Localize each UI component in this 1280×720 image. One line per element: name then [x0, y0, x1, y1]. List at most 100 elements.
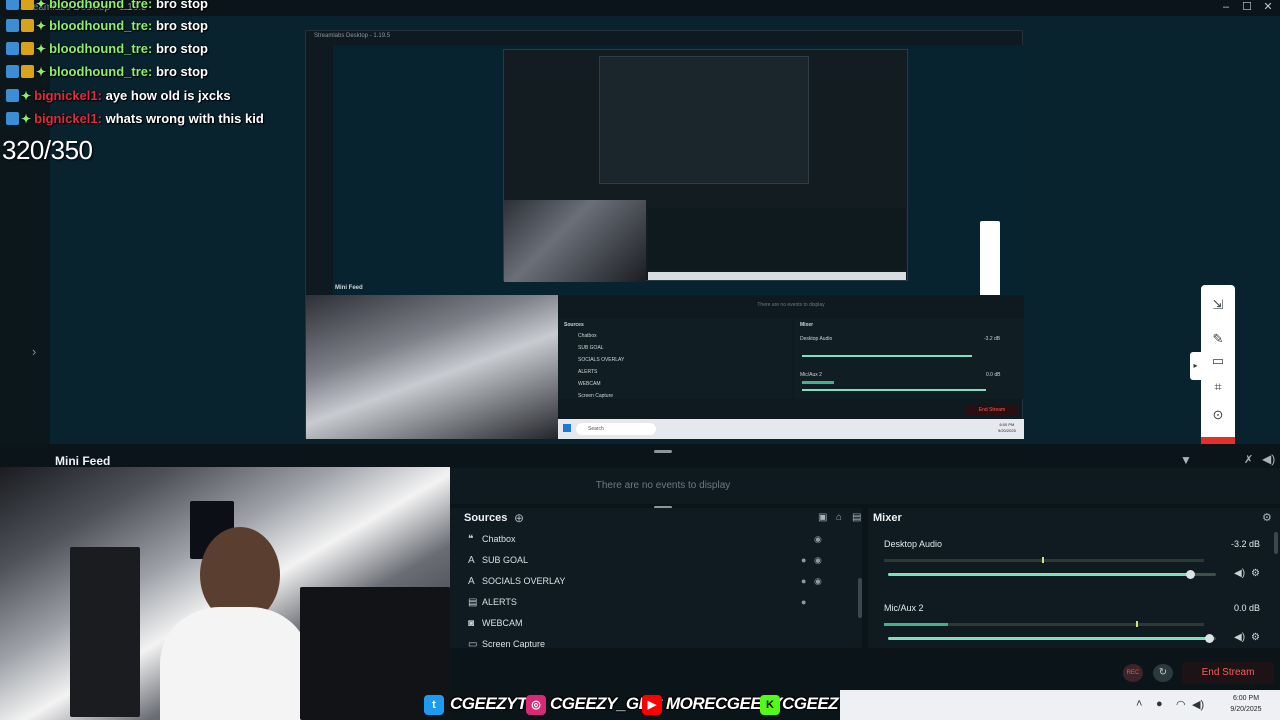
- volume-slider-knob[interactable]: [1185, 570, 1195, 579]
- speaker-icon[interactable]: ◀): [1234, 632, 1245, 643]
- peak-marker: [1136, 621, 1138, 627]
- collapse-chevron-icon[interactable]: ›: [32, 344, 36, 359]
- person-body: [160, 607, 310, 720]
- events-feed: There are no events to display: [450, 468, 1280, 509]
- end-stream-button[interactable]: End Stream: [1182, 662, 1274, 684]
- nested-end-stream: End Stream: [966, 405, 1018, 415]
- mixer-title: Mixer: [873, 512, 902, 524]
- visibility-icon[interactable]: ◉: [814, 529, 822, 550]
- subscriber-badge-icon: [6, 65, 19, 78]
- sparkle-badge-icon: ✦: [21, 89, 32, 103]
- chat-username: bloodhound_tre: [49, 64, 148, 79]
- lock-icon[interactable]: ●: [801, 571, 806, 592]
- subscriber-badge-icon: [6, 89, 19, 102]
- chat-username: bignickel1: [34, 111, 98, 126]
- scene-folder-icon[interactable]: ▤: [852, 512, 861, 523]
- inner-panels: [648, 208, 906, 270]
- bottom-controls: REC ↻ End Stream: [450, 656, 1280, 690]
- volume-slider-fill: [888, 637, 1210, 640]
- toolbar-expand-icon[interactable]: ▸: [1190, 352, 1201, 380]
- inner-taskbar: [648, 272, 906, 280]
- source-item[interactable]: ❝ Chatbox ◉: [468, 529, 860, 550]
- source-item[interactable]: A SUB GOAL ● ◉: [468, 550, 860, 571]
- mute-notifications-icon[interactable]: ✗: [1244, 453, 1253, 466]
- source-label: Chatbox: [482, 534, 516, 544]
- volume-slider[interactable]: [888, 637, 1216, 640]
- source-label: ALERTS: [482, 597, 517, 607]
- nested-source-item: SOCIALS OVERLAY: [578, 357, 625, 363]
- channel-gear-icon[interactable]: ⚙: [1251, 568, 1260, 579]
- subscriber-badge-icon: [6, 42, 19, 55]
- folder-icon[interactable]: ▣: [818, 512, 827, 523]
- taskbar-clock[interactable]: 6:00 PM 9/20/2025: [1216, 693, 1276, 715]
- streamlabs-window: › Streamlabs Desktop - 1.19.5 – ☐ ✕ Stre…: [0, 0, 1280, 720]
- nested-mic: Mic/Aux 2: [800, 372, 822, 378]
- nested-screen-capture: Streamlabs Desktop - 1.19.5 Mini Feed Th…: [305, 30, 1024, 439]
- social-handle: CGEEZYTV: [450, 694, 538, 713]
- chevron-up-icon[interactable]: ˄: [1136, 698, 1142, 710]
- rectangle-icon[interactable]: ▭: [1208, 351, 1228, 371]
- peak-marker: [1042, 557, 1044, 563]
- source-item[interactable]: ▤ ALERTS ●: [468, 592, 860, 613]
- wifi-icon[interactable]: ◠: [1176, 698, 1186, 711]
- close-icon[interactable]: ✕: [1256, 0, 1280, 14]
- volume-meter: [884, 623, 1204, 626]
- subscriber-badge-icon: [6, 0, 19, 10]
- social-handle: CGEEZY: [782, 694, 849, 713]
- source-item[interactable]: ◙ WEBCAM: [468, 613, 860, 634]
- webcam-feed: [0, 467, 450, 720]
- volume-slider-knob[interactable]: [1205, 634, 1215, 643]
- sources-scrollbar[interactable]: [858, 578, 862, 618]
- speaker-icon[interactable]: ◀): [1234, 568, 1245, 579]
- speaker-tray-icon[interactable]: ◀): [1192, 698, 1204, 711]
- resize-handle[interactable]: [654, 450, 672, 453]
- nested-search: Search: [576, 423, 656, 435]
- chat-text: aye how old is jxcks: [105, 88, 231, 103]
- pen-icon[interactable]: ✎: [1208, 329, 1228, 349]
- nested-minifeed-label: Mini Feed: [335, 285, 363, 291]
- alert-icon: ▤: [468, 597, 478, 608]
- sparkle-badge-icon: ✦: [21, 112, 32, 126]
- source-label: WEBCAM: [482, 618, 523, 628]
- mixer-scrollbar[interactable]: [1274, 532, 1278, 554]
- nested-webcam: [306, 295, 558, 439]
- youtube-icon: ▶: [642, 695, 662, 715]
- target-icon[interactable]: ⊙: [1208, 405, 1228, 425]
- microphone-icon[interactable]: ●: [1156, 698, 1163, 710]
- source-item[interactable]: ▭ Screen Capture: [468, 634, 860, 648]
- lock-icon[interactable]: ●: [801, 550, 806, 571]
- filter-icon[interactable]: ▼: [1180, 453, 1192, 467]
- exit-icon[interactable]: ⇲: [1208, 295, 1228, 315]
- add-folder-icon[interactable]: ⌂: [836, 512, 842, 523]
- nested-mixer-title: Mixer: [800, 322, 814, 328]
- deeper-capture: [599, 56, 809, 184]
- add-source-icon[interactable]: ⊕: [514, 511, 524, 525]
- chat-message: ✦ bloodhound_tre: bro stop: [6, 64, 208, 84]
- nested-desktop-slider: [802, 355, 972, 357]
- source-item[interactable]: A SOCIALS OVERLAY ● ◉: [468, 571, 860, 592]
- visibility-icon[interactable]: ◉: [814, 571, 822, 592]
- lock-icon[interactable]: ●: [801, 592, 806, 613]
- sources-panel: Sources ⊕ ▣ ⌂ ▤ ❝ Chatbox ◉ A SUB GOAL ● ◉…: [450, 508, 862, 648]
- meter-fill: [884, 623, 948, 626]
- nested-preview: [333, 45, 1023, 309]
- crop-icon[interactable]: ⌗: [1208, 377, 1228, 397]
- channel-label: Mic/Aux 2: [884, 603, 924, 613]
- shoe-rack: [70, 547, 140, 717]
- goal-counter: 320/350: [2, 135, 93, 165]
- chat-username: bignickel1: [34, 88, 98, 103]
- visibility-icon[interactable]: ◉: [814, 550, 822, 571]
- nested-mixer-panel: Mixer Desktop Audio -3.2 dB Mic/Aux 2 0.…: [794, 319, 1024, 399]
- gear-icon[interactable]: ⚙: [1262, 511, 1272, 524]
- windows-start-icon: [563, 424, 571, 432]
- volume-icon[interactable]: ◀): [1262, 452, 1275, 466]
- chat-text: bro stop: [155, 41, 208, 56]
- sparkle-badge-icon: ✦: [36, 42, 47, 56]
- volume-slider[interactable]: [888, 573, 1216, 576]
- sparkle-badge-icon: ✦: [36, 0, 47, 11]
- channel-gear-icon[interactable]: ⚙: [1251, 632, 1260, 643]
- nested-mic-db: 0.0 dB: [986, 372, 1001, 378]
- twitter-icon: t: [424, 695, 444, 715]
- replay-buffer-icon[interactable]: ↻: [1153, 664, 1173, 682]
- record-button[interactable]: REC: [1123, 664, 1143, 682]
